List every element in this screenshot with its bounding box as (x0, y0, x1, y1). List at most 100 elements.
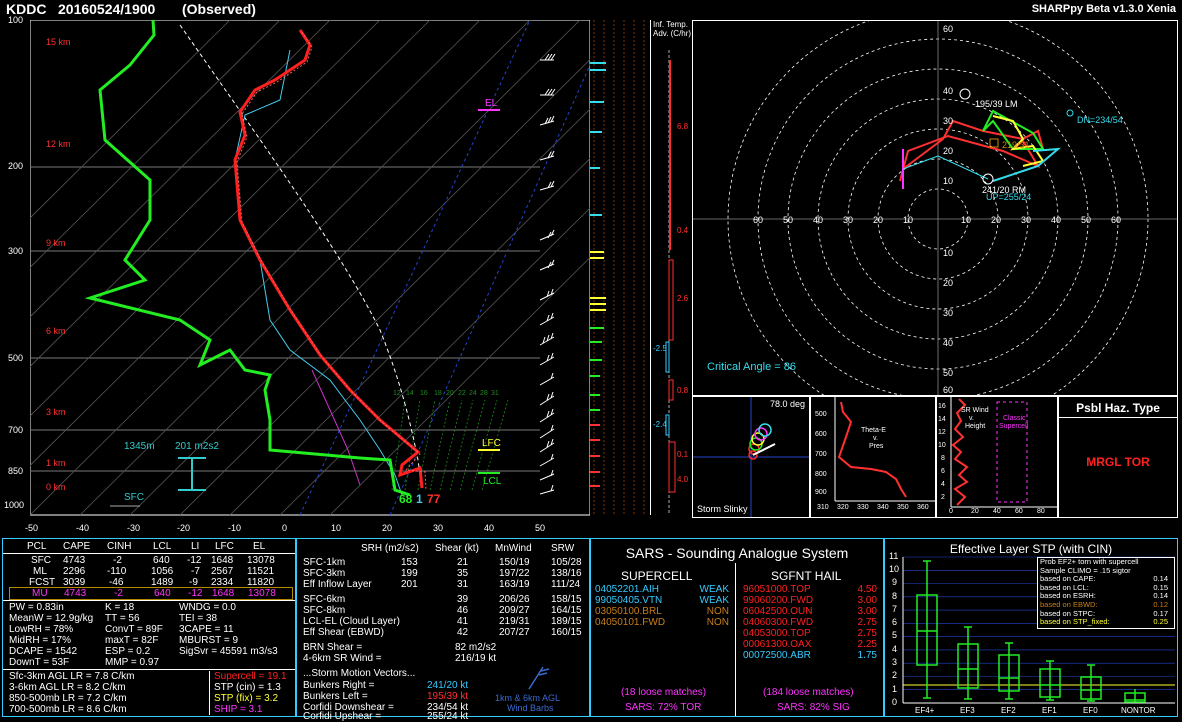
srwind-classic1: Classic (1003, 415, 1026, 422)
sars-match[interactable]: 04060300.FWD 2.75 (743, 617, 879, 628)
lapse-rates: Sfc-3km AGL LR = 7.8 C/km 3-6km AGL LR =… (9, 671, 135, 715)
wind-barbs (539, 53, 556, 495)
srwind-xtick: 20 (971, 508, 979, 515)
hodo-ring-label: 60 (943, 385, 954, 395)
sars-supercell-matches: (18 loose matches) (621, 687, 707, 698)
temp-tick: 40 (484, 523, 495, 533)
thetae-xtick: 330 (857, 504, 869, 511)
hodo-ring-label: 50 (943, 368, 954, 378)
hodo-ring-label: 50 (783, 215, 794, 225)
sars-match[interactable]: 04052201.AIH WEAK (595, 584, 731, 595)
height-label-12km: 12 km (46, 139, 71, 149)
temp-tick: 20 (382, 523, 393, 533)
stp-ytick: 8 (892, 591, 898, 601)
sars-match[interactable]: 04050101.FWD NON (595, 617, 731, 628)
hodo-ring-label: 30 (1021, 215, 1032, 225)
srwind-ytick: 10 (938, 442, 946, 449)
lfc-label: LFC (482, 438, 501, 449)
hodo-ring-label: 30 (843, 215, 854, 225)
parcel-header: EL (253, 541, 266, 552)
thetae-ytick: 500 (815, 411, 827, 418)
hodo-ring-label: 10 (903, 215, 914, 225)
temp-adv-value: 4.0 (677, 475, 689, 484)
kin-row: SFC-1km 153 21 150/19 105/28 (303, 557, 582, 568)
hodograph-panel[interactable]: 60 40 30 20 10 10 20 30 40 50 60 10 20 3… (692, 20, 1178, 396)
temp-tick: 10 (331, 523, 342, 533)
stp-category: EF1 (1042, 706, 1057, 715)
sars-supercell-title: SUPERCELL (621, 569, 693, 583)
skewt-svg (30, 20, 590, 516)
stp-ytick: 4 (892, 644, 898, 654)
temp-tick: -20 (177, 523, 191, 533)
srwind-ytick: 8 (941, 455, 945, 462)
pressure-tick: 500 (8, 353, 24, 363)
srwind-ytick: 4 (941, 481, 945, 488)
temperature-profile (233, 29, 424, 489)
temp-adv-value: 6.8 (677, 122, 689, 131)
srwind-xtick: 80 (1037, 508, 1045, 515)
stp-ytick: 6 (892, 617, 898, 627)
kin-row: SFC-8km 46 209/27 164/15 (303, 605, 582, 616)
srwind-ytick: 12 (938, 429, 946, 436)
kin-header: SRH (m2/s2) (361, 543, 419, 554)
sars-match[interactable]: 00061300.OAX 2.25 (743, 639, 879, 650)
hodo-ring-label: 60 (753, 215, 764, 225)
temp-tick: -40 (76, 523, 90, 533)
mix-tick: 28 (480, 390, 488, 397)
sfc-temp-label: 77 (427, 492, 441, 506)
sars-match[interactable]: 96051000.TOP 4.50 (743, 584, 879, 595)
thetae-ytick: 700 (815, 451, 827, 458)
hodo-up-label: UP=255/24 (986, 192, 1032, 202)
mix-tick: 14 (406, 390, 414, 397)
sars-match[interactable]: 06042500.OUN 3.00 (743, 606, 879, 617)
hodo-lm-marker (959, 88, 971, 100)
sars-supercell-list: 04052201.AIH WEAK 99050405.VTN WEAK 030501… (595, 584, 731, 628)
hodo-lm-label: 195/39 LM (975, 99, 1018, 109)
motion-title: ...Storm Motion Vectors... (303, 668, 416, 679)
hodo-ring-label: 10 (961, 215, 972, 225)
mix-tick: 18 (434, 390, 442, 397)
temp-adv-value: 0.8 (677, 386, 689, 395)
mix-tick: 22 (458, 390, 466, 397)
srwind-panel: SR Wind v. Height Classic Supercell 16 1… (936, 396, 1058, 518)
thetae-xtick: 310 (817, 504, 829, 511)
kinematics-panel: SRH (m2/s2) Shear (kt) MnWind SRW SFC-1k… (296, 538, 590, 722)
temp-adv-value: -2.5 (653, 344, 667, 353)
srwind-ytick: 6 (941, 468, 945, 475)
sars-match[interactable]: 03050100.BRL NON (595, 606, 731, 617)
sars-match[interactable]: 99060200.FWD 3.00 (743, 595, 879, 606)
stp-ytick: 10 (889, 564, 900, 574)
hodo-ring-label: 20 (943, 146, 954, 156)
sars-hail-title: SGFNT HAIL (771, 569, 842, 583)
height-label-9km: 9 km (46, 238, 66, 248)
temp-tick: -10 (228, 523, 242, 533)
stp-ytick: 11 (889, 551, 899, 561)
sars-match[interactable]: 04053000.TOP 2.75 (743, 628, 879, 639)
parcel-row-mu[interactable]: MU 4743 -2 640 -12 1648 13078 (9, 587, 293, 600)
hodo-mean-marker (989, 138, 999, 148)
skewt-panel[interactable]: 15 km 12 km 9 km 6 km 3 km 1 km 0 km EL … (30, 20, 590, 520)
parcel-header: CAPE (63, 541, 91, 552)
parcel-header: CINH (107, 541, 132, 552)
kin-header: MnWind (495, 543, 532, 554)
sars-match[interactable]: 00072500.ABR 1.75 (743, 650, 879, 661)
lcl-label: LCL (483, 476, 502, 487)
hodo-ring-label: 10 (943, 248, 954, 258)
parcel-row-sfc[interactable]: SFC 4743 -2 640 -12 1648 13078 (3, 555, 295, 566)
stp-ytick: 2 (892, 670, 898, 680)
barbs-label1: 1km & 6km AGL (495, 693, 561, 703)
sfc-dewp-label: 68 (399, 492, 413, 506)
sars-panel: SARS - Sounding Analogue System SUPERCEL… (590, 538, 884, 717)
stp-ytick: 3 (892, 657, 898, 667)
kin-header: Shear (kt) (435, 543, 479, 554)
height-label-3km: 3 km (46, 407, 66, 417)
sars-supercell-result: SARS: 72% TOR (625, 702, 702, 713)
thetae-title3: Pres (869, 443, 884, 450)
kin-row: Eff Inflow Layer 201 31 163/19 111/24 (303, 579, 581, 590)
hodo-ring-label: 20 (991, 215, 1002, 225)
stp-panel: Effective Layer STP (with CIN) 11 10 9 8… (884, 538, 1178, 717)
mix-tick: 24 (469, 390, 477, 397)
parcel-row-ml[interactable]: ML 2296 -110 1056 -7 2567 11521 (3, 566, 295, 577)
kin-row: LCL-EL (Cloud Layer) 41 219/31 189/15 (303, 616, 582, 627)
sars-match[interactable]: 99050405.VTN WEAK (595, 595, 731, 606)
